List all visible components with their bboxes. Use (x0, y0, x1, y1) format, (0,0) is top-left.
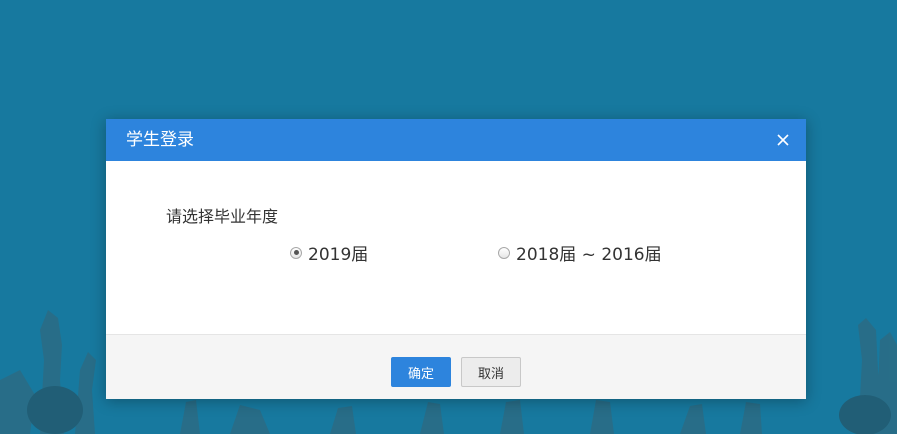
cancel-button[interactable]: 取消 (461, 357, 521, 387)
option-2018-2016[interactable]: 2018届 ~ 2016届 (498, 240, 662, 265)
radio-2018-2016[interactable] (498, 246, 510, 259)
graduation-year-prompt: 请选择毕业年度 (166, 207, 279, 226)
option-2018-2016-label: 2018届 ~ 2016届 (516, 245, 662, 265)
close-icon[interactable] (776, 133, 790, 147)
confirm-button[interactable]: 确定 (391, 357, 451, 387)
student-login-dialog: 学生登录 请选择毕业年度 2019届 2018届 ~ 2016届 确定 取消 (106, 119, 806, 399)
dialog-title: 学生登录 (126, 130, 194, 150)
option-2019-label: 2019届 (308, 245, 369, 265)
dialog-footer: 确定 取消 (106, 334, 806, 399)
dialog-body: 请选择毕业年度 2019届 2018届 ~ 2016届 (106, 161, 806, 334)
dialog-header: 学生登录 (106, 119, 806, 161)
option-2019[interactable]: 2019届 (290, 240, 368, 265)
radio-2019[interactable] (290, 246, 302, 259)
